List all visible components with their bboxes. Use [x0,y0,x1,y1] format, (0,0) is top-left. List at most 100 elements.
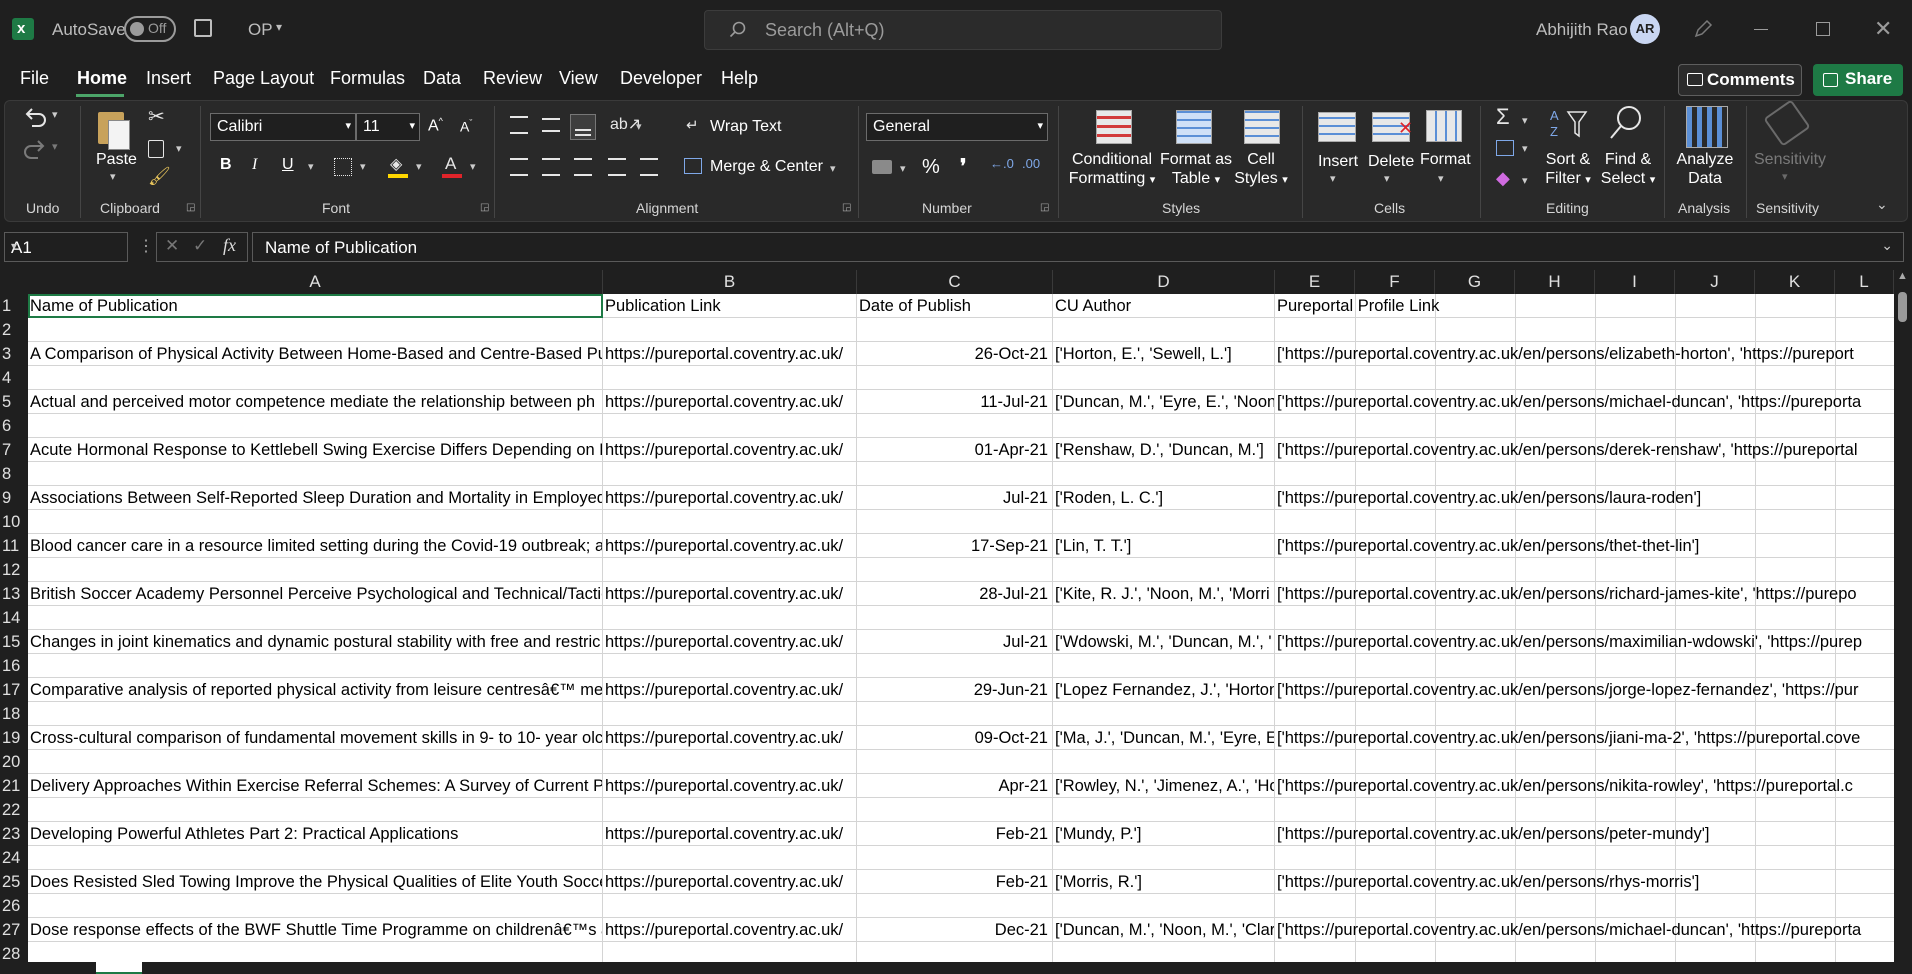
row-header[interactable]: 22 [0,798,28,822]
delete-chevron-down-icon[interactable]: ▾ [1384,172,1390,185]
cell-d1[interactable]: CU Author [1053,294,1275,317]
collapse-ribbon-chevron-icon[interactable]: ⌄ [1876,196,1888,213]
cell-d17[interactable]: ['Lopez Fernandez, J.', 'Horton [1053,678,1275,701]
row-header[interactable]: 9 [0,486,28,510]
cell-d18[interactable] [1053,702,1275,725]
name-box-chevron-down-icon[interactable]: ▾ [11,239,121,253]
cell-d11[interactable]: ['Lin, T. T.'] [1053,534,1275,557]
row-header[interactable]: 1 [0,294,28,318]
comments-button[interactable]: Comments [1678,64,1802,96]
cell-d6[interactable] [1053,414,1275,437]
cell-d25[interactable]: ['Morris, R.'] [1053,870,1275,893]
fill-icon[interactable] [1496,140,1514,156]
fill-color-icon[interactable]: ◈ [388,154,410,178]
increase-indent-icon[interactable] [640,158,658,176]
autosave-toggle[interactable]: Off [124,16,176,42]
decrease-indent-icon[interactable] [608,158,626,176]
column-header-i[interactable]: I [1595,270,1675,294]
tab-formulas[interactable]: Formulas [330,68,405,89]
row-header[interactable]: 15 [0,630,28,654]
comma-style-icon[interactable]: ❜ [960,154,966,179]
cell-b22[interactable] [603,798,857,821]
avatar[interactable]: AR [1630,14,1660,44]
decrease-decimal-icon[interactable]: .00 [1022,156,1040,171]
cell-e27[interactable]: ['https://pureportal.coventry.ac.uk/en/p… [1275,918,1861,941]
cell-e26[interactable] [1275,894,1355,917]
format-as-table-button[interactable]: Format as Table ▾ [1158,150,1234,190]
cell-e13[interactable]: ['https://pureportal.coventry.ac.uk/en/p… [1275,582,1857,605]
format-cells-icon[interactable] [1426,110,1462,142]
autosum-icon[interactable]: Σ [1496,104,1510,130]
cell-c9[interactable]: Jul-21 [857,486,1053,509]
number-format-dropdown[interactable]: General ▾ [866,113,1048,141]
cell-d8[interactable] [1053,462,1275,485]
conditional-formatting-button[interactable]: Conditional Formatting ▾ [1068,150,1156,190]
cell-a4[interactable] [28,366,603,389]
cell-a24[interactable] [28,846,603,869]
cell-d22[interactable] [1053,798,1275,821]
cell-e20[interactable] [1275,750,1355,773]
cell-e19[interactable]: ['https://pureportal.coventry.ac.uk/en/p… [1275,726,1860,749]
cell-c16[interactable] [857,654,1053,677]
row-header[interactable]: 4 [0,366,28,390]
cell-c15[interactable]: Jul-21 [857,630,1053,653]
pen-icon[interactable] [1692,18,1714,40]
align-center-icon[interactable] [542,158,560,176]
cell-e1[interactable]: Pureportal Profile Link [1275,294,1439,317]
column-header-l[interactable]: L [1835,270,1894,294]
row-header[interactable]: 10 [0,510,28,534]
cell-b17[interactable]: https://pureportal.coventry.ac.uk/ [603,678,857,701]
cell-d16[interactable] [1053,654,1275,677]
align-bottom-icon[interactable] [570,114,596,140]
restore-icon[interactable] [1816,22,1830,36]
delete-cells-button[interactable]: Delete [1368,152,1414,171]
cell-a3[interactable]: A Comparison of Physical Activity Betwee… [28,342,603,365]
italic-icon[interactable]: I [252,156,257,174]
paste-chevron-down-icon[interactable]: ▾ [110,170,116,183]
cell-b21[interactable]: https://pureportal.coventry.ac.uk/ [603,774,857,797]
share-button[interactable]: Share [1813,64,1903,96]
search-input[interactable]: Search (Alt+Q) [704,10,1222,50]
cell-a11[interactable]: Blood cancer care in a resource limited … [28,534,603,557]
cell-e22[interactable] [1275,798,1355,821]
cell-b23[interactable]: https://pureportal.coventry.ac.uk/ [603,822,857,845]
cell-b25[interactable]: https://pureportal.coventry.ac.uk/ [603,870,857,893]
cell-e23[interactable]: ['https://pureportal.coventry.ac.uk/en/p… [1275,822,1709,845]
column-header-b[interactable]: B [603,270,857,294]
cell-e7[interactable]: ['https://pureportal.coventry.ac.uk/en/p… [1275,438,1858,461]
underline-chevron-down-icon[interactable]: ▾ [308,160,314,173]
cell-b28[interactable] [603,942,857,962]
cell-b15[interactable]: https://pureportal.coventry.ac.uk/ [603,630,857,653]
cell-a16[interactable] [28,654,603,677]
cell-d24[interactable] [1053,846,1275,869]
cell-e2[interactable] [1275,318,1355,341]
copy-icon[interactable] [148,140,164,158]
merge-center-button[interactable]: Merge & Center [710,158,823,176]
row-header[interactable]: 8 [0,462,28,486]
increase-font-size-icon[interactable]: A^ [428,116,443,135]
cell-a9[interactable]: Associations Between Self-Reported Sleep… [28,486,603,509]
column-header-j[interactable]: J [1675,270,1755,294]
cell-b9[interactable]: https://pureportal.coventry.ac.uk/ [603,486,857,509]
cell-c12[interactable] [857,558,1053,581]
cell-a18[interactable] [28,702,603,725]
row-header[interactable]: 23 [0,822,28,846]
row-header[interactable]: 26 [0,894,28,918]
paste-icon[interactable] [98,108,132,150]
row-header[interactable]: 7 [0,438,28,462]
format-chevron-down-icon[interactable]: ▾ [1438,172,1444,185]
cell-e16[interactable] [1275,654,1355,677]
cell-a12[interactable] [28,558,603,581]
cell-e25[interactable]: ['https://pureportal.coventry.ac.uk/en/p… [1275,870,1699,893]
fill-color-chevron-down-icon[interactable]: ▾ [416,160,422,173]
cell-c8[interactable] [857,462,1053,485]
tab-file[interactable]: File [20,68,49,89]
underline-icon[interactable]: U [282,156,294,174]
row-header[interactable]: 24 [0,846,28,870]
tab-developer[interactable]: Developer [620,68,702,89]
row-header[interactable]: 25 [0,870,28,894]
cell-d20[interactable] [1053,750,1275,773]
row-header[interactable]: 3 [0,342,28,366]
minimize-icon[interactable] [1754,29,1768,30]
cell-c5[interactable]: 11-Jul-21 [857,390,1053,413]
